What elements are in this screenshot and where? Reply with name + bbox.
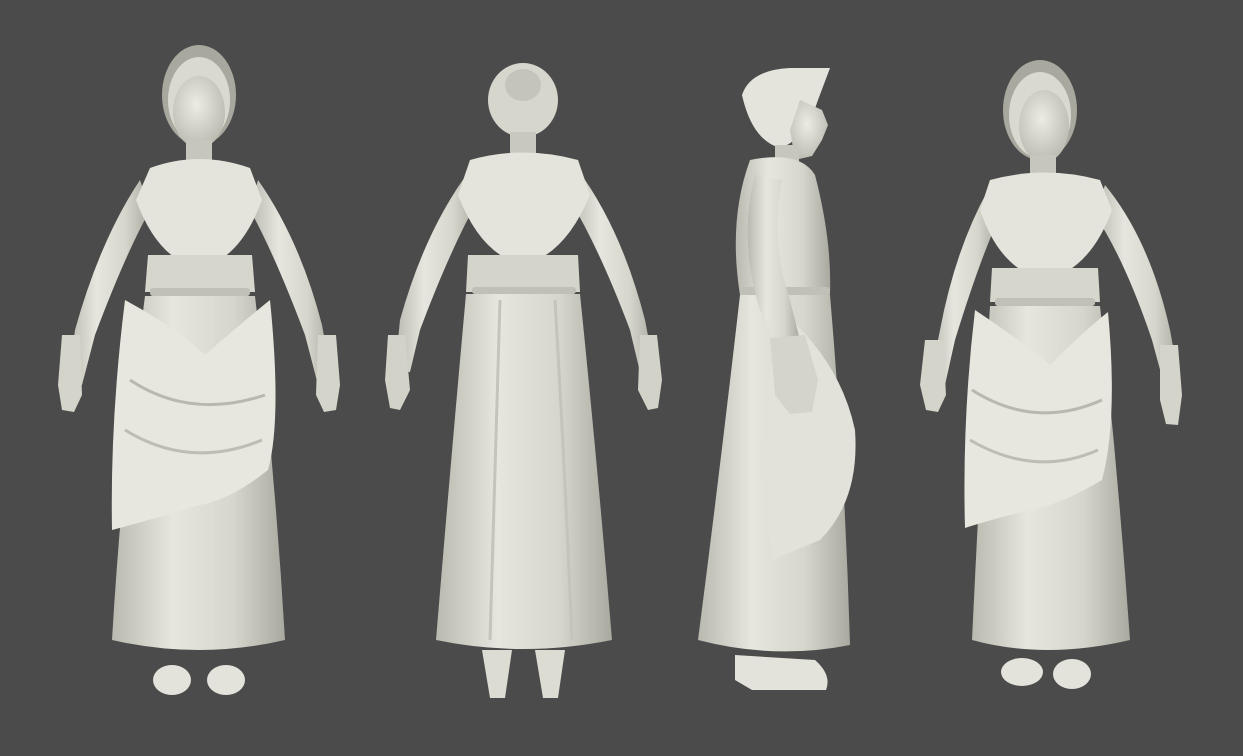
side-view-figure: [698, 68, 856, 690]
left-shoe: [153, 665, 191, 695]
shoe-side: [735, 655, 828, 690]
viewport-scene: [0, 0, 1243, 756]
left-hand: [58, 335, 82, 412]
belt-3q: [995, 298, 1095, 306]
three-quarter-view-figure: [920, 60, 1182, 689]
back-view-figure: [385, 63, 662, 698]
skirt-back: [436, 294, 612, 649]
capelet-back: [458, 152, 590, 265]
left-shoe-back: [482, 650, 512, 698]
belt-back: [472, 287, 576, 294]
right-shoe-3q: [1053, 659, 1091, 689]
right-shoe: [207, 665, 245, 695]
face-3q: [1019, 90, 1069, 162]
character-turnaround: [58, 45, 1182, 698]
front-view-figure: [58, 45, 340, 695]
face: [173, 76, 225, 148]
left-shoe-3q: [1001, 658, 1043, 686]
belt: [150, 288, 250, 296]
right-shoe-back: [535, 650, 565, 698]
right-hand: [316, 335, 340, 412]
capelet-3q: [980, 172, 1112, 280]
capelet: [136, 159, 262, 268]
